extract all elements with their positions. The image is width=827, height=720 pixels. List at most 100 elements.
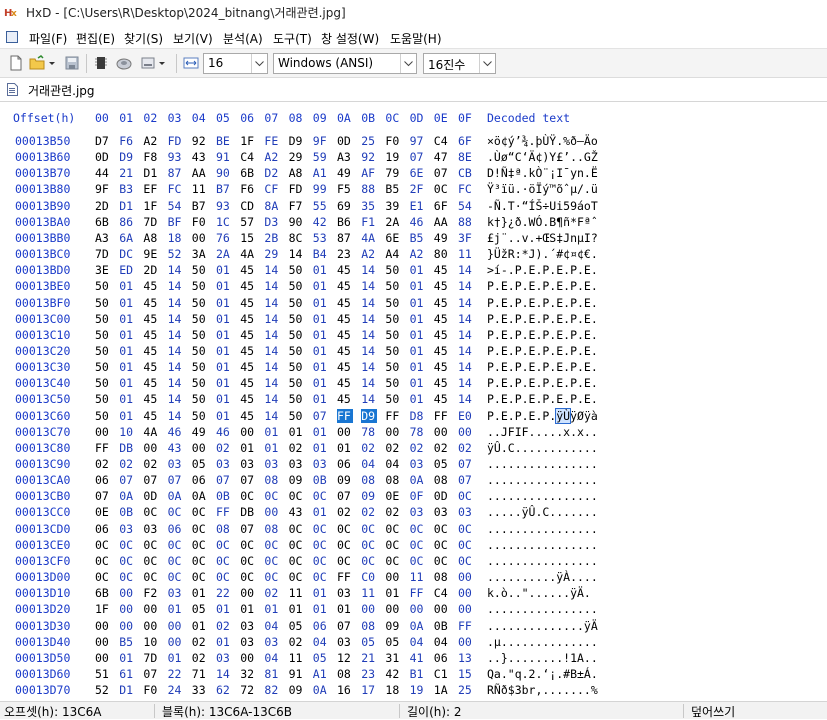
hex-byte[interactable]: CF xyxy=(264,182,280,196)
hex-byte[interactable]: 0C xyxy=(95,570,111,584)
decoded-text[interactable]: P.E.P.E.P.E.P.E. xyxy=(487,376,598,390)
hex-byte[interactable]: 0C xyxy=(361,522,377,536)
hex-byte[interactable]: 01 xyxy=(216,344,232,358)
hex-byte[interactable]: 0C xyxy=(143,505,159,519)
hex-byte[interactable]: 11 xyxy=(192,182,208,196)
hex-byte[interactable]: 97 xyxy=(410,134,426,148)
hex-byte[interactable]: 50 xyxy=(95,409,111,423)
hex-byte[interactable]: 0C xyxy=(313,489,329,503)
hex-byte[interactable]: 14 xyxy=(264,409,280,423)
hex-byte[interactable]: B5 xyxy=(410,231,426,245)
hex-byte[interactable]: 59 xyxy=(313,150,329,164)
hex-byte[interactable]: F5 xyxy=(337,182,353,196)
decoded-selection[interactable]: ÿÙ xyxy=(555,407,572,424)
hex-byte[interactable]: 50 xyxy=(385,296,401,310)
hex-byte[interactable]: 45 xyxy=(240,360,256,374)
hex-byte[interactable]: 03 xyxy=(240,635,256,649)
hex-byte[interactable]: 45 xyxy=(337,344,353,358)
hex-byte[interactable]: 18 xyxy=(168,231,184,245)
hex-byte[interactable]: 02 xyxy=(458,441,474,455)
hex-byte[interactable]: 09 xyxy=(289,683,305,697)
hex-byte[interactable]: 45 xyxy=(143,360,159,374)
hex-byte[interactable]: 0C xyxy=(192,505,208,519)
hex-byte[interactable]: 14 xyxy=(458,279,474,293)
hex-byte[interactable]: 91 xyxy=(289,667,305,681)
hex-byte[interactable]: 01 xyxy=(313,360,329,374)
hex-byte[interactable]: 50 xyxy=(95,296,111,310)
menu-search[interactable]: 찾기(S) xyxy=(124,30,163,47)
hex-byte[interactable]: 02 xyxy=(361,505,377,519)
hex-byte[interactable]: F8 xyxy=(143,150,159,164)
disk-icon[interactable] xyxy=(116,55,132,71)
hex-byte[interactable]: 00 xyxy=(192,441,208,455)
hex-byte[interactable]: 1F xyxy=(95,602,111,616)
hex-byte[interactable]: 01 xyxy=(119,328,135,342)
hex-byte[interactable]: 6A xyxy=(119,231,135,245)
hex-byte[interactable]: 50 xyxy=(385,392,401,406)
hex-byte[interactable]: 01 xyxy=(168,602,184,616)
hex-byte[interactable]: 14 xyxy=(361,392,377,406)
hex-byte[interactable]: 14 xyxy=(361,344,377,358)
hex-byte[interactable]: 01 xyxy=(313,602,329,616)
hex-byte[interactable]: 4A xyxy=(240,247,256,261)
decoded-text[interactable]: ..............ÿÄ xyxy=(487,619,598,633)
hex-byte[interactable]: 0C xyxy=(361,554,377,568)
decoded-text[interactable]: ..JFIF.....x.x.. xyxy=(487,425,598,439)
hex-byte[interactable]: 45 xyxy=(337,279,353,293)
hex-byte[interactable]: 0C xyxy=(192,554,208,568)
hex-byte[interactable]: 45 xyxy=(240,312,256,326)
hex-byte[interactable]: 01 xyxy=(119,409,135,423)
hex-byte[interactable]: 46 xyxy=(168,425,184,439)
hex-byte[interactable]: 14 xyxy=(361,360,377,374)
hex-byte[interactable]: 00 xyxy=(458,425,474,439)
hex-byte[interactable]: B4 xyxy=(313,247,329,261)
hex-byte[interactable]: 01 xyxy=(410,392,426,406)
hex-byte[interactable]: 92 xyxy=(192,134,208,148)
hex-byte[interactable]: 01 xyxy=(216,263,232,277)
hex-byte[interactable]: CD xyxy=(240,199,256,213)
hex-byte[interactable]: A2 xyxy=(264,150,280,164)
chip-icon[interactable] xyxy=(93,55,109,71)
hex-byte[interactable]: 0C xyxy=(289,570,305,584)
hex-byte[interactable]: 45 xyxy=(240,376,256,390)
hex-byte[interactable]: F2 xyxy=(143,586,159,600)
hex-byte[interactable]: 01 xyxy=(168,651,184,665)
hex-byte[interactable]: 0C xyxy=(337,554,353,568)
hex-byte[interactable]: 6B xyxy=(95,586,111,600)
hex-byte[interactable]: 0C xyxy=(385,554,401,568)
hex-byte[interactable]: 1A xyxy=(434,683,450,697)
hex-byte[interactable]: AA xyxy=(192,166,208,180)
hex-byte[interactable]: 0C xyxy=(119,554,135,568)
decoded-text[interactable]: P.E.P.E.P.E.P.E. xyxy=(487,328,598,342)
hex-byte[interactable]: 45 xyxy=(434,392,450,406)
hex-byte[interactable]: 19 xyxy=(410,683,426,697)
hex-byte[interactable]: 54 xyxy=(168,199,184,213)
hex-byte[interactable]: 78 xyxy=(410,425,426,439)
hex-byte[interactable]: 01 xyxy=(410,328,426,342)
hex-byte[interactable]: 00 xyxy=(385,570,401,584)
hex-byte[interactable]: 01 xyxy=(216,296,232,310)
hex-byte[interactable]: 01 xyxy=(240,602,256,616)
hex-byte[interactable]: 4A xyxy=(143,425,159,439)
hex-byte[interactable]: 00 xyxy=(143,441,159,455)
menu-edit[interactable]: 편집(E) xyxy=(76,30,115,47)
charset-select[interactable]: Windows (ANSI) xyxy=(273,53,417,74)
hex-byte[interactable]: 01 xyxy=(216,635,232,649)
hex-byte[interactable]: 93 xyxy=(168,150,184,164)
hex-byte[interactable]: FD xyxy=(168,134,184,148)
hex-byte[interactable]: 14 xyxy=(264,279,280,293)
hex-byte[interactable]: 0D xyxy=(95,150,111,164)
hex-byte[interactable]: 50 xyxy=(385,279,401,293)
hex-byte[interactable]: 6F xyxy=(458,134,474,148)
decoded-text[interactable]: ..........ÿÀ.... xyxy=(487,570,598,584)
hex-byte[interactable]: 03 xyxy=(313,457,329,471)
hex-byte[interactable]: F0 xyxy=(192,215,208,229)
hex-byte[interactable]: 01 xyxy=(410,344,426,358)
hex-byte[interactable]: 19 xyxy=(385,150,401,164)
hex-byte[interactable]: 50 xyxy=(289,279,305,293)
hex-byte[interactable]: 23 xyxy=(361,667,377,681)
hex-byte[interactable]: 00 xyxy=(143,602,159,616)
hex-byte[interactable]: 45 xyxy=(240,392,256,406)
hex-byte[interactable]: 3A xyxy=(192,247,208,261)
hex-byte[interactable]: FF xyxy=(410,586,426,600)
